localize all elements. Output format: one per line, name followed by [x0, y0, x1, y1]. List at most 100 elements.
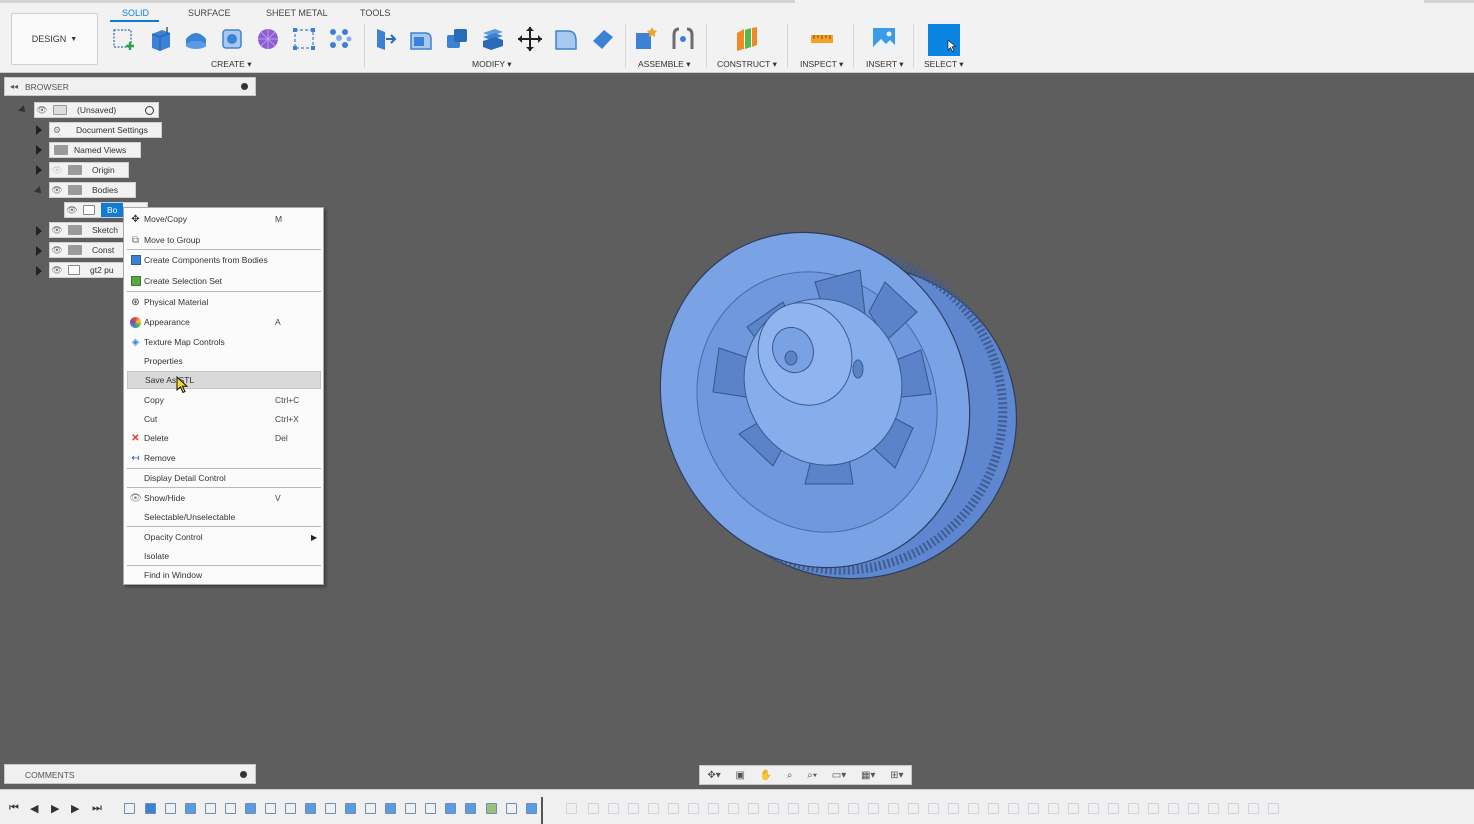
grid-icon[interactable]: ▦▾	[861, 770, 875, 781]
menu-item-isolate[interactable]: Isolate	[127, 547, 321, 565]
eye-icon[interactable]: 👁	[50, 225, 64, 236]
menu-item-move-to-group[interactable]: ⧉ Move to Group	[127, 231, 321, 249]
design-workspace-button[interactable]: DESIGN ▼	[11, 13, 98, 65]
timeline-feature[interactable]	[506, 803, 517, 814]
timeline-feature-suppressed[interactable]	[968, 803, 979, 814]
step-forward-icon[interactable]: ▶	[71, 802, 79, 815]
timeline-feature[interactable]	[345, 803, 356, 814]
viewports-icon[interactable]: ⊞▾	[890, 770, 903, 781]
timeline-feature[interactable]	[305, 803, 316, 814]
timeline-feature[interactable]	[425, 803, 436, 814]
timeline-feature[interactable]	[124, 803, 135, 814]
menu-item-physical-material[interactable]: ⊛ Physical Material	[127, 293, 321, 311]
pulley-model[interactable]	[655, 222, 1027, 588]
timeline-feature-suppressed[interactable]	[1268, 803, 1279, 814]
move-icon[interactable]	[516, 25, 544, 53]
timeline-feature-suppressed[interactable]	[868, 803, 879, 814]
timeline-feature[interactable]	[225, 803, 236, 814]
timeline-feature[interactable]	[205, 803, 216, 814]
menu-item-create-components[interactable]: Create Components from Bodies	[127, 251, 321, 269]
menu-item-selectable-unselectable[interactable]: Selectable/Unselectable	[127, 508, 321, 526]
align-icon[interactable]	[552, 25, 580, 53]
timeline-feature-suppressed[interactable]	[1048, 803, 1059, 814]
timeline-feature-suppressed[interactable]	[1228, 803, 1239, 814]
pattern-rect-icon[interactable]	[290, 25, 318, 53]
timeline-feature-suppressed[interactable]	[1128, 803, 1139, 814]
menu-item-cut[interactable]: Cut Ctrl+X	[127, 410, 321, 428]
timeline-feature-suppressed[interactable]	[588, 803, 599, 814]
menu-item-display-detail-control[interactable]: Display Detail Control	[127, 469, 321, 487]
browser-node-component[interactable]: 👁 gt2 pu	[49, 262, 125, 278]
timeline-feature[interactable]	[285, 803, 296, 814]
browser-node-sketches[interactable]: 👁 Sketch	[49, 222, 125, 238]
timeline-feature-suppressed[interactable]	[648, 803, 659, 814]
timeline-feature[interactable]	[486, 803, 497, 814]
expand-toggle-icon[interactable]	[36, 165, 42, 175]
assemble-menu[interactable]: ASSEMBLE ▾	[638, 59, 690, 70]
timeline-feature[interactable]	[325, 803, 336, 814]
timeline-feature-suppressed[interactable]	[608, 803, 619, 814]
joint-icon[interactable]	[669, 25, 697, 53]
fit-icon[interactable]: ⌕▾	[807, 770, 817, 781]
timeline-feature[interactable]	[405, 803, 416, 814]
eye-hidden-icon[interactable]: 👁	[50, 165, 64, 176]
timeline-feature-suppressed[interactable]	[728, 803, 739, 814]
collapse-panel-icon[interactable]: ◂◂	[10, 82, 18, 91]
timeline-feature-suppressed[interactable]	[1248, 803, 1259, 814]
tab-sheet-metal[interactable]: SHEET METAL	[266, 8, 328, 18]
timeline-feature-suppressed[interactable]	[1208, 803, 1219, 814]
go-to-start-icon[interactable]: ⏮	[9, 802, 19, 815]
extrude-icon[interactable]	[146, 25, 174, 53]
add-comment-icon[interactable]	[240, 771, 247, 778]
timeline-feature-suppressed[interactable]	[688, 803, 699, 814]
eye-icon[interactable]: 👁	[50, 185, 64, 196]
panel-options-icon[interactable]	[241, 83, 248, 90]
timeline-feature-suppressed[interactable]	[848, 803, 859, 814]
expand-toggle-icon[interactable]	[36, 266, 42, 276]
menu-item-show-hide[interactable]: 👁 Show/Hide V	[127, 489, 321, 507]
menu-item-appearance[interactable]: Appearance A	[127, 313, 321, 331]
browser-node-bodies[interactable]: 👁 Bodies	[49, 182, 136, 198]
expand-toggle-icon[interactable]	[36, 145, 42, 155]
timeline-feature[interactable]	[245, 803, 256, 814]
timeline-feature-suppressed[interactable]	[768, 803, 779, 814]
create-sketch-icon[interactable]	[110, 25, 138, 53]
eye-icon[interactable]: 👁	[50, 265, 64, 276]
sweep-icon[interactable]	[218, 25, 246, 53]
timeline-feature[interactable]	[265, 803, 276, 814]
menu-item-remove[interactable]: ↤ Remove	[127, 449, 321, 467]
timeline-feature[interactable]	[465, 803, 476, 814]
inspect-menu[interactable]: INSPECT ▾	[800, 59, 843, 70]
comments-panel[interactable]: COMMENTS	[4, 764, 256, 784]
delete-face-icon[interactable]	[588, 25, 616, 53]
timeline-feature-suppressed[interactable]	[988, 803, 999, 814]
eye-icon[interactable]: 👁	[65, 205, 79, 216]
menu-item-move-copy[interactable]: ✥ Move/Copy M	[127, 210, 321, 228]
timeline-feature-suppressed[interactable]	[908, 803, 919, 814]
browser-panel-header[interactable]: ◂◂ BROWSER	[4, 77, 256, 96]
expand-toggle-icon[interactable]	[36, 226, 42, 236]
timeline-feature-suppressed[interactable]	[1008, 803, 1019, 814]
browser-node-document-settings[interactable]: ⚙ Document Settings	[49, 122, 162, 138]
shell-icon[interactable]	[479, 25, 507, 53]
timeline-feature-suppressed[interactable]	[1088, 803, 1099, 814]
menu-item-copy[interactable]: Copy Ctrl+C	[127, 391, 321, 409]
timeline-feature-suppressed[interactable]	[628, 803, 639, 814]
menu-item-create-selection-set[interactable]: Create Selection Set	[127, 272, 321, 290]
measure-icon[interactable]	[808, 25, 836, 53]
tab-solid[interactable]: SOLID	[122, 8, 149, 18]
timeline-feature-suppressed[interactable]	[828, 803, 839, 814]
timeline-feature-suppressed[interactable]	[948, 803, 959, 814]
timeline-feature-suppressed[interactable]	[1188, 803, 1199, 814]
select-menu[interactable]: SELECT ▾	[924, 59, 964, 70]
menu-item-delete[interactable]: ✕ Delete Del	[127, 429, 321, 447]
look-at-icon[interactable]: ▣	[736, 770, 745, 781]
menu-item-opacity-control[interactable]: Opacity Control ▶	[127, 528, 321, 546]
offset-plane-icon[interactable]	[733, 25, 761, 53]
timeline-feature-suppressed[interactable]	[1168, 803, 1179, 814]
timeline-feature-suppressed[interactable]	[928, 803, 939, 814]
browser-root-node[interactable]: 👁 (Unsaved)	[34, 102, 159, 118]
pan-icon[interactable]: ✋	[760, 770, 772, 781]
timeline-feature-suppressed[interactable]	[708, 803, 719, 814]
press-pull-icon[interactable]	[371, 25, 399, 53]
